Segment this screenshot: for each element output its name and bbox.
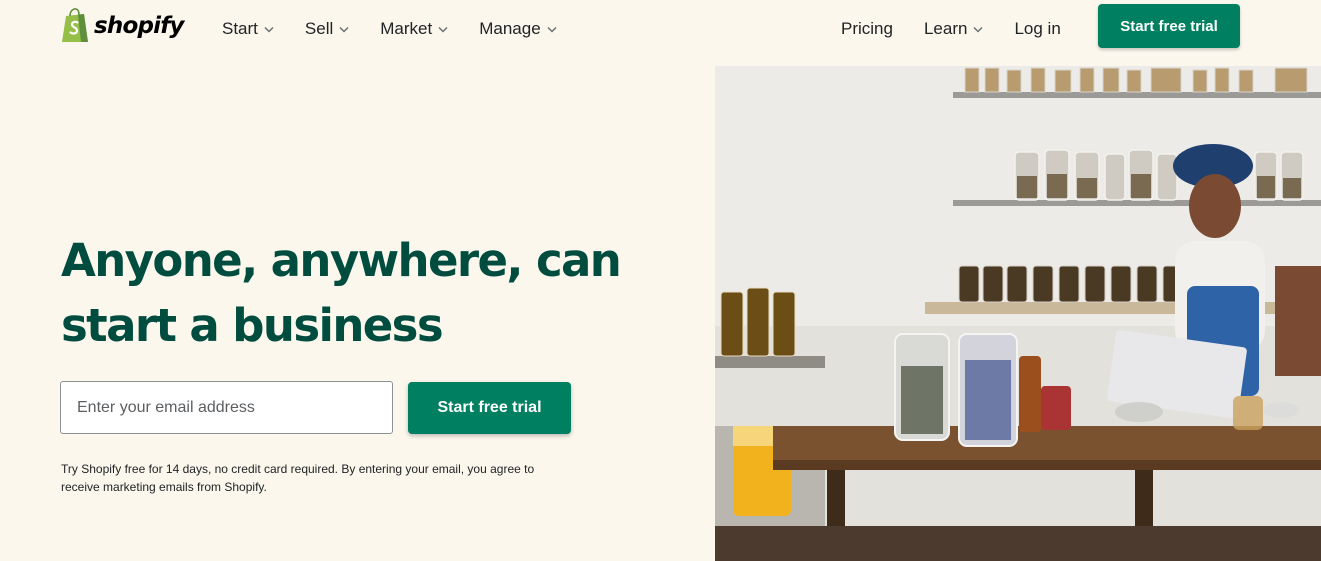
nav-item-pricing[interactable]: Pricing: [841, 18, 893, 40]
nav-item-label: Market: [380, 19, 433, 38]
nav-item-log-in[interactable]: Log in: [1014, 18, 1060, 40]
logo-wordmark: shopify: [94, 13, 184, 39]
top-navigation: shopify Start Sell Market Manage Pricing…: [0, 0, 1321, 58]
hero-title: Anyone, anywhere, can start a business: [61, 234, 622, 352]
chevron-down-icon: [973, 26, 983, 33]
nav-item-start[interactable]: Start: [222, 18, 274, 40]
shopify-logo[interactable]: shopify: [60, 8, 184, 44]
header-start-free-trial-button[interactable]: Start free trial: [1098, 4, 1240, 48]
email-input[interactable]: [60, 381, 393, 434]
chevron-down-icon: [438, 26, 448, 33]
nav-item-sell[interactable]: Sell: [305, 18, 349, 40]
nav-item-learn[interactable]: Learn: [924, 18, 983, 40]
secondary-nav: Pricing Learn Log in: [841, 18, 1061, 40]
nav-item-label: Sell: [304, 19, 334, 38]
nav-item-market[interactable]: Market: [380, 18, 448, 40]
hero-start-free-trial-button[interactable]: Start free trial: [408, 382, 571, 434]
nav-item-label: Pricing: [841, 19, 893, 38]
chevron-down-icon: [264, 26, 274, 33]
nav-item-label: Learn: [923, 19, 968, 38]
nav-item-label: Start: [222, 19, 258, 38]
nav-item-manage[interactable]: Manage: [479, 18, 557, 40]
nav-item-label: Log in: [1014, 19, 1061, 38]
trial-disclaimer: Try Shopify free for 14 days, no credit …: [61, 462, 535, 494]
primary-nav: Start Sell Market Manage: [222, 18, 557, 40]
chevron-down-icon: [547, 26, 557, 33]
nav-item-label: Manage: [479, 19, 541, 38]
chevron-down-icon: [339, 26, 349, 33]
shopify-bag-icon: [62, 8, 88, 42]
hero-photo: [715, 66, 1321, 561]
